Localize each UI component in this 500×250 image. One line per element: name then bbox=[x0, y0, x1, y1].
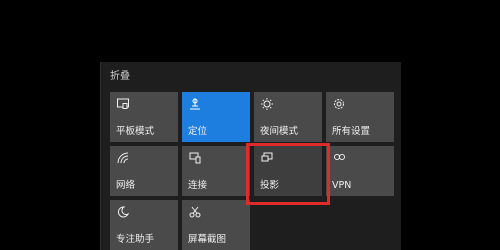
project-icon bbox=[261, 152, 273, 162]
tile-network[interactable]: 网络 bbox=[110, 146, 178, 196]
tile-all-settings[interactable]: 所有设置 bbox=[326, 92, 394, 142]
tile-location[interactable]: 定位 bbox=[182, 92, 250, 142]
tile-label: VPN bbox=[332, 180, 352, 191]
collapse-button[interactable]: 折叠 bbox=[110, 67, 130, 82]
location-icon bbox=[190, 98, 200, 110]
tile-vpn[interactable]: VPN bbox=[326, 146, 394, 196]
tablet-mode-icon bbox=[117, 98, 129, 109]
tile-label: 专注助手 bbox=[116, 234, 155, 245]
tile-screen-snip[interactable]: 屏幕截图 bbox=[182, 200, 250, 250]
connect-icon bbox=[189, 152, 201, 164]
tile-night-light[interactable]: 夜间模式 bbox=[254, 92, 322, 142]
tile-label: 网络 bbox=[116, 180, 136, 191]
tile-focus-assist[interactable]: 专注助手 bbox=[110, 200, 178, 250]
screen-snip-icon bbox=[189, 206, 201, 218]
tile-label: 连接 bbox=[188, 180, 208, 191]
tile-label: 所有设置 bbox=[332, 126, 371, 137]
tile-project[interactable]: 投影 bbox=[254, 146, 322, 196]
tile-connect[interactable]: 连接 bbox=[182, 146, 250, 196]
tile-label: 定位 bbox=[188, 126, 208, 137]
focus-assist-icon bbox=[117, 206, 130, 218]
tile-label: 屏幕截图 bbox=[188, 234, 227, 245]
network-icon bbox=[117, 152, 129, 164]
night-light-icon bbox=[261, 98, 273, 110]
tile-tablet-mode[interactable]: 平板模式 bbox=[110, 92, 178, 142]
gear-icon bbox=[334, 99, 344, 109]
vpn-icon bbox=[334, 154, 345, 160]
tile-label: 夜间模式 bbox=[260, 126, 299, 137]
tile-label: 平板模式 bbox=[116, 126, 155, 137]
tile-label: 投影 bbox=[260, 180, 280, 191]
